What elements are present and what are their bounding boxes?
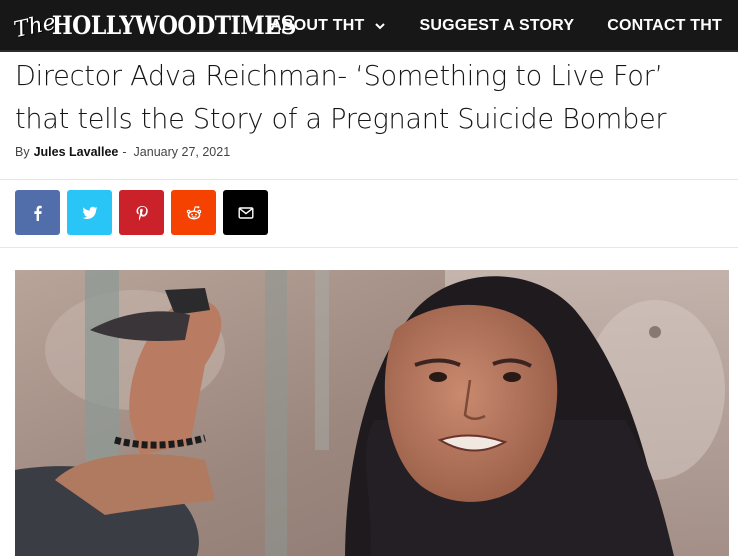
byline-separator: -: [122, 145, 127, 159]
author-link[interactable]: Jules Lavallee: [34, 145, 119, 159]
email-icon: [238, 206, 254, 219]
reddit-icon: [186, 205, 201, 219]
share-reddit-button[interactable]: [171, 190, 216, 235]
article-byline: By Jules Lavallee - January 27, 2021: [15, 145, 230, 159]
featured-image[interactable]: [15, 270, 729, 556]
share-email-button[interactable]: [223, 190, 268, 235]
logo-main-text: HOLLYWOODTIMES: [51, 11, 296, 41]
publish-date: January 27, 2021: [133, 145, 231, 159]
featured-image-illustration: [15, 270, 729, 556]
nav-item-contact[interactable]: CONTACT THT: [607, 17, 722, 35]
nav-item-suggest-label: SUGGEST A STORY: [419, 17, 575, 34]
facebook-icon: [33, 205, 42, 221]
divider-bottom: [0, 247, 738, 248]
main-nav: ABOUT THT SUGGEST A STORY CONTACT THT: [270, 0, 722, 52]
share-twitter-button[interactable]: [67, 190, 112, 235]
divider-top: [0, 179, 738, 180]
share-buttons: [15, 190, 268, 235]
chevron-down-icon: [375, 23, 386, 30]
nav-item-suggest[interactable]: SUGGEST A STORY: [419, 17, 574, 35]
article-title: Director Adva Reichman- ‘Something to Li…: [15, 59, 667, 135]
nav-item-about[interactable]: ABOUT THT: [270, 17, 386, 35]
share-facebook-button[interactable]: [15, 190, 60, 235]
nav-item-about-label: ABOUT THT: [270, 17, 365, 34]
byline-by-label: By: [15, 145, 30, 159]
nav-item-contact-label: CONTACT THT: [607, 17, 722, 34]
site-header: The HOLLYWOODTIMES ABOUT THT SUGGEST A S…: [0, 0, 738, 52]
pinterest-icon: [136, 205, 148, 220]
site-logo[interactable]: The HOLLYWOODTIMES: [12, 6, 297, 46]
twitter-icon: [81, 206, 97, 219]
share-pinterest-button[interactable]: [119, 190, 164, 235]
